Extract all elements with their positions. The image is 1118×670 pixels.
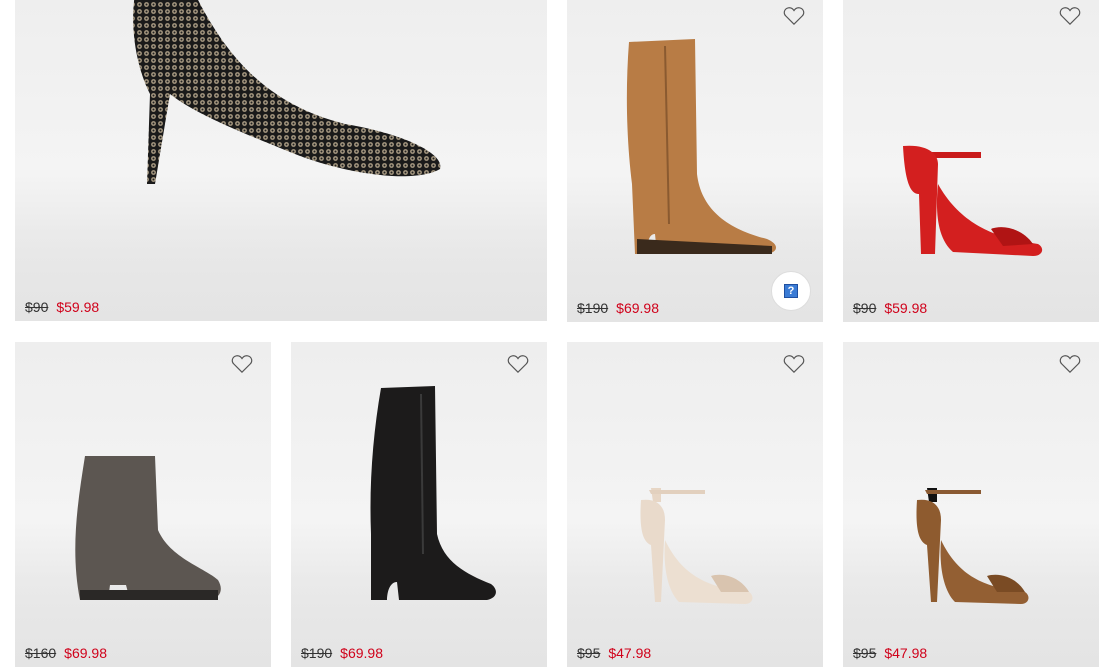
product-image[interactable] xyxy=(60,450,230,610)
price: $90 $59.98 xyxy=(25,299,99,315)
product-card[interactable]: $95 $47.98 xyxy=(567,342,823,667)
sale-price: $47.98 xyxy=(608,645,652,661)
sale-price: $69.98 xyxy=(64,645,107,661)
question-icon: ? xyxy=(784,284,798,298)
product-card[interactable]: $190 $69.98 xyxy=(291,342,547,667)
original-price: $190 xyxy=(577,300,609,316)
heart-icon[interactable] xyxy=(231,354,253,374)
price: $190 $69.98 xyxy=(577,300,659,316)
heart-icon[interactable] xyxy=(1059,354,1081,374)
sale-price: $69.98 xyxy=(616,300,659,316)
original-price: $160 xyxy=(25,645,57,661)
product-image[interactable] xyxy=(893,134,1053,264)
product-card[interactable]: $90 $59.98 xyxy=(15,0,547,321)
product-card[interactable]: $90 $59.98 xyxy=(843,0,1099,322)
sale-price: $59.98 xyxy=(56,299,100,315)
product-image[interactable] xyxy=(617,34,787,264)
heart-icon[interactable] xyxy=(783,354,805,374)
heart-icon[interactable] xyxy=(1059,6,1081,26)
original-price: $95 xyxy=(577,645,601,661)
heart-icon[interactable] xyxy=(783,6,805,26)
product-card[interactable]: $95 $47.98 xyxy=(843,342,1099,667)
price: $95 $47.98 xyxy=(577,645,651,661)
price: $95 $47.98 xyxy=(853,645,927,661)
price: $90 $59.98 xyxy=(853,300,927,316)
help-widget-button[interactable]: ? xyxy=(771,271,811,311)
original-price: $190 xyxy=(301,645,333,661)
sale-price: $59.98 xyxy=(884,300,928,316)
product-image[interactable] xyxy=(351,384,501,609)
original-price: $90 xyxy=(25,299,49,315)
sale-price: $47.98 xyxy=(884,645,928,661)
product-card[interactable]: $160 $69.98 xyxy=(15,342,271,667)
price: $190 $69.98 xyxy=(301,645,383,661)
original-price: $90 xyxy=(853,300,877,316)
product-image[interactable] xyxy=(629,480,769,610)
heart-icon[interactable] xyxy=(507,354,529,374)
sale-price: $69.98 xyxy=(340,645,383,661)
price: $160 $69.98 xyxy=(25,645,107,661)
original-price: $95 xyxy=(853,645,877,661)
product-image[interactable] xyxy=(905,480,1045,610)
product-image[interactable] xyxy=(115,0,475,194)
